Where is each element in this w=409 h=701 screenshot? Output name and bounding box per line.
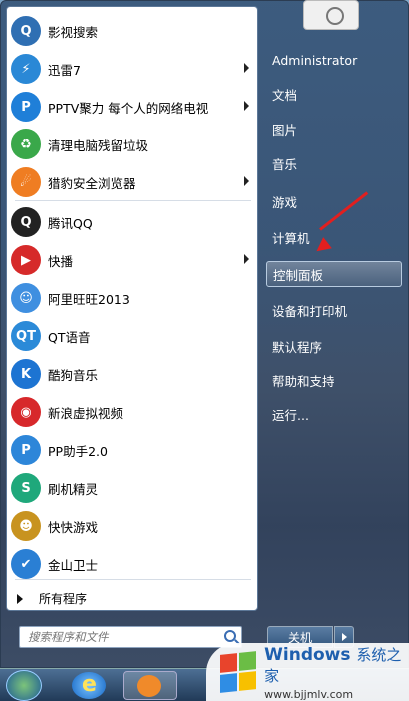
- program-label: PP助手2.0: [48, 443, 108, 459]
- pptv-icon: P: [11, 92, 41, 122]
- program-item[interactable]: ♻ 清理电脑残留垃圾: [11, 126, 255, 162]
- pp-assistant-icon: P: [11, 435, 41, 465]
- search-video-icon: Q: [11, 16, 41, 46]
- program-item[interactable]: S 刷机精灵: [11, 470, 255, 506]
- windows-logo-icon: [220, 651, 257, 693]
- right-menu-item[interactable]: 帮助和支持: [266, 367, 402, 393]
- program-item[interactable]: P PP助手2.0: [11, 432, 255, 468]
- program-item[interactable]: Q 影视搜索: [11, 13, 255, 49]
- program-label: 快播: [48, 253, 74, 269]
- program-item[interactable]: K 酷狗音乐: [11, 356, 255, 392]
- program-label: PPTV聚力 每个人的网络电视: [48, 100, 209, 116]
- submenu-arrow-icon[interactable]: [244, 176, 249, 186]
- aliwangwang-icon: ☺: [11, 283, 41, 313]
- program-label: 快快游戏: [48, 519, 99, 535]
- program-item[interactable]: ✔ 金山卫士: [11, 546, 255, 582]
- program-label: 猎豹安全浏览器: [48, 175, 136, 191]
- program-item[interactable]: P PPTV聚力 每个人的网络电视: [11, 89, 255, 125]
- start-button[interactable]: [6, 670, 42, 701]
- thunder-bird-icon: ⚡: [11, 54, 41, 84]
- watermark-title: Windows: [264, 644, 351, 665]
- right-menu-item[interactable]: 计算机: [266, 224, 402, 250]
- program-item[interactable]: ◉ 新浪虚拟视频: [11, 394, 255, 430]
- qt-voice-icon: QT: [11, 321, 41, 351]
- shield-icon: ✔: [11, 549, 41, 579]
- search-input[interactable]: [28, 630, 208, 644]
- program-label: 阿里旺旺2013: [48, 291, 130, 307]
- program-label: 刷机精灵: [48, 481, 99, 497]
- program-item[interactable]: ☄ 猎豹安全浏览器: [11, 164, 255, 200]
- right-menu-item[interactable]: 图片: [266, 116, 402, 142]
- watermark-url: www.bjjmlv.com: [264, 687, 354, 701]
- program-label: QT语音: [48, 329, 91, 345]
- program-item[interactable]: ▶ 快播: [11, 242, 255, 278]
- watermark: Windows 系统之家 www.bjjmlv.com: [206, 643, 409, 701]
- program-label: 清理电脑残留垃圾: [48, 137, 149, 153]
- right-menu-item[interactable]: 文档: [266, 81, 402, 107]
- all-programs-label: 所有程序: [39, 592, 88, 606]
- search-icon[interactable]: [224, 630, 236, 642]
- program-label: 新浪虚拟视频: [48, 405, 124, 421]
- game-character-icon: ☻: [11, 511, 41, 541]
- search-box[interactable]: [19, 626, 242, 648]
- program-item[interactable]: ☺ 阿里旺旺2013: [11, 280, 255, 316]
- program-label: 金山卫士: [48, 557, 99, 573]
- program-item[interactable]: Q 腾讯QQ: [11, 204, 255, 240]
- submenu-arrow-icon[interactable]: [244, 254, 249, 264]
- program-item[interactable]: QT QT语音: [11, 318, 255, 354]
- internet-explorer-icon[interactable]: [72, 672, 106, 699]
- divider: [15, 200, 251, 201]
- program-label: 酷狗音乐: [48, 367, 99, 383]
- program-item[interactable]: ☻ 快快游戏: [11, 508, 255, 544]
- submenu-arrow-icon[interactable]: [244, 63, 249, 73]
- cheetah-browser-taskbar-icon[interactable]: [123, 671, 177, 700]
- right-menu-item[interactable]: 运行...: [266, 401, 402, 427]
- kugou-icon: K: [11, 359, 41, 389]
- divider: [15, 579, 251, 580]
- program-label: 迅雷7: [48, 62, 81, 78]
- recycle-icon: ♻: [11, 129, 41, 159]
- program-label: 影视搜索: [48, 24, 99, 40]
- right-menu-item[interactable]: 音乐: [266, 150, 402, 176]
- program-item[interactable]: ⚡ 迅雷7: [11, 51, 255, 87]
- qq-penguin-icon: Q: [11, 207, 41, 237]
- right-menu-item[interactable]: 控制面板: [266, 261, 402, 287]
- arrow-right-icon: [17, 593, 23, 604]
- right-menu-item[interactable]: 游戏: [266, 188, 402, 214]
- sina-weibo-icon: ◉: [11, 397, 41, 427]
- programs-pane: Q 影视搜索 ⚡ 迅雷7 P PPTV聚力 每个人的网络电视 ♻ 清理电脑残留垃圾 ☄ 猎豹安全浏…: [6, 6, 258, 611]
- program-label: 腾讯QQ: [48, 215, 93, 231]
- flash-sprite-icon: S: [11, 473, 41, 503]
- right-menu-item[interactable]: 默认程序: [266, 333, 402, 359]
- user-picture-icon[interactable]: [303, 0, 359, 30]
- right-menu-item[interactable]: Administrator: [266, 47, 402, 73]
- qvod-play-icon: ▶: [11, 245, 41, 275]
- cheetah-browser-icon: ☄: [11, 167, 41, 197]
- all-programs-button[interactable]: 所有程序: [17, 590, 87, 607]
- right-menu-item[interactable]: 设备和打印机: [266, 297, 402, 323]
- submenu-arrow-icon[interactable]: [244, 101, 249, 111]
